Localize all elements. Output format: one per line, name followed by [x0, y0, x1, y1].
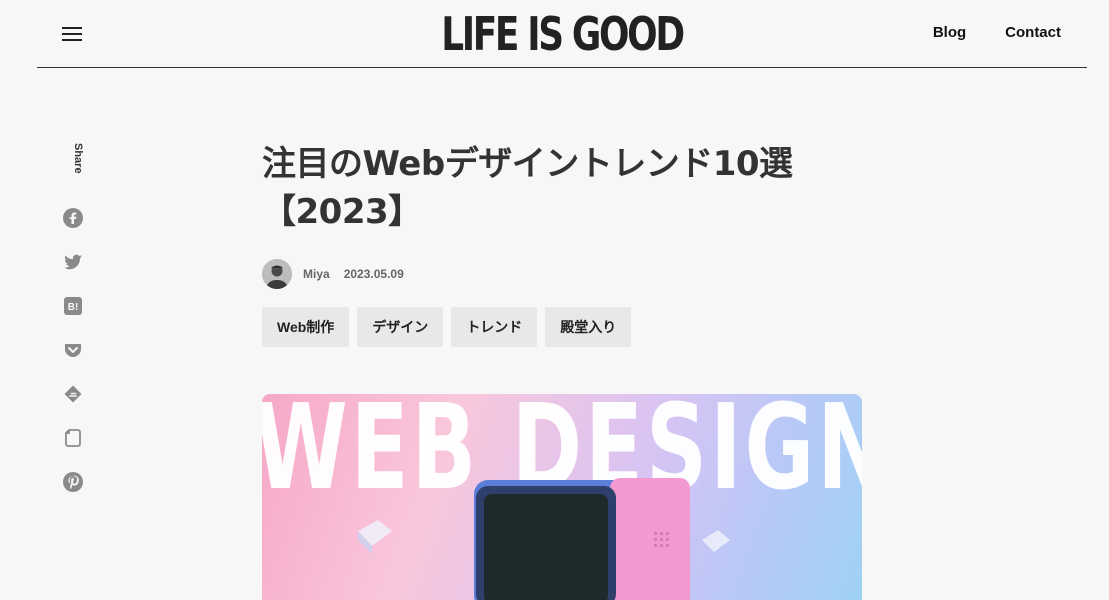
tag-hall-of-fame[interactable]: 殿堂入り	[545, 307, 632, 347]
pinterest-icon[interactable]	[63, 472, 83, 492]
hatena-bookmark-icon[interactable]: B!	[63, 296, 83, 316]
header-nav: Blog Contact	[933, 24, 1061, 41]
publish-date: 2023.05.09	[343, 267, 404, 281]
site-logo[interactable]: LIFE IS GOOD	[153, 6, 972, 62]
nav-link-blog[interactable]: Blog	[933, 24, 966, 41]
tag-trend[interactable]: トレンド	[451, 307, 538, 347]
author-name[interactable]: Miya	[303, 267, 330, 281]
tag-web[interactable]: Web制作	[262, 307, 350, 347]
article-title: 注目のWebデザイントレンド10選 【2023】	[262, 140, 822, 236]
tag-list: Web制作 デザイン トレンド 殿堂入り	[262, 307, 632, 347]
share-label: Share	[72, 143, 84, 174]
hamburger-menu-icon[interactable]	[62, 25, 82, 43]
article-title-line1: 注目のWebデザイントレンド10選	[262, 144, 793, 184]
tag-design[interactable]: デザイン	[357, 307, 444, 347]
hero-image: WEB DESIGN	[262, 394, 862, 600]
pocket-icon[interactable]	[63, 340, 83, 360]
site-header: LIFE IS GOOD Blog Contact	[37, 0, 1087, 68]
feedly-icon[interactable]	[63, 384, 83, 404]
author-avatar[interactable]	[262, 259, 292, 289]
svg-text:B!: B!	[68, 302, 79, 313]
nav-link-contact[interactable]: Contact	[1005, 24, 1061, 41]
note-icon[interactable]	[63, 428, 83, 448]
article-meta: Miya 2023.05.09	[262, 259, 404, 289]
article-title-line2: 【2023】	[262, 192, 422, 232]
retro-tv-illustration	[358, 478, 730, 600]
twitter-icon[interactable]	[63, 252, 83, 272]
facebook-icon[interactable]	[63, 208, 83, 228]
